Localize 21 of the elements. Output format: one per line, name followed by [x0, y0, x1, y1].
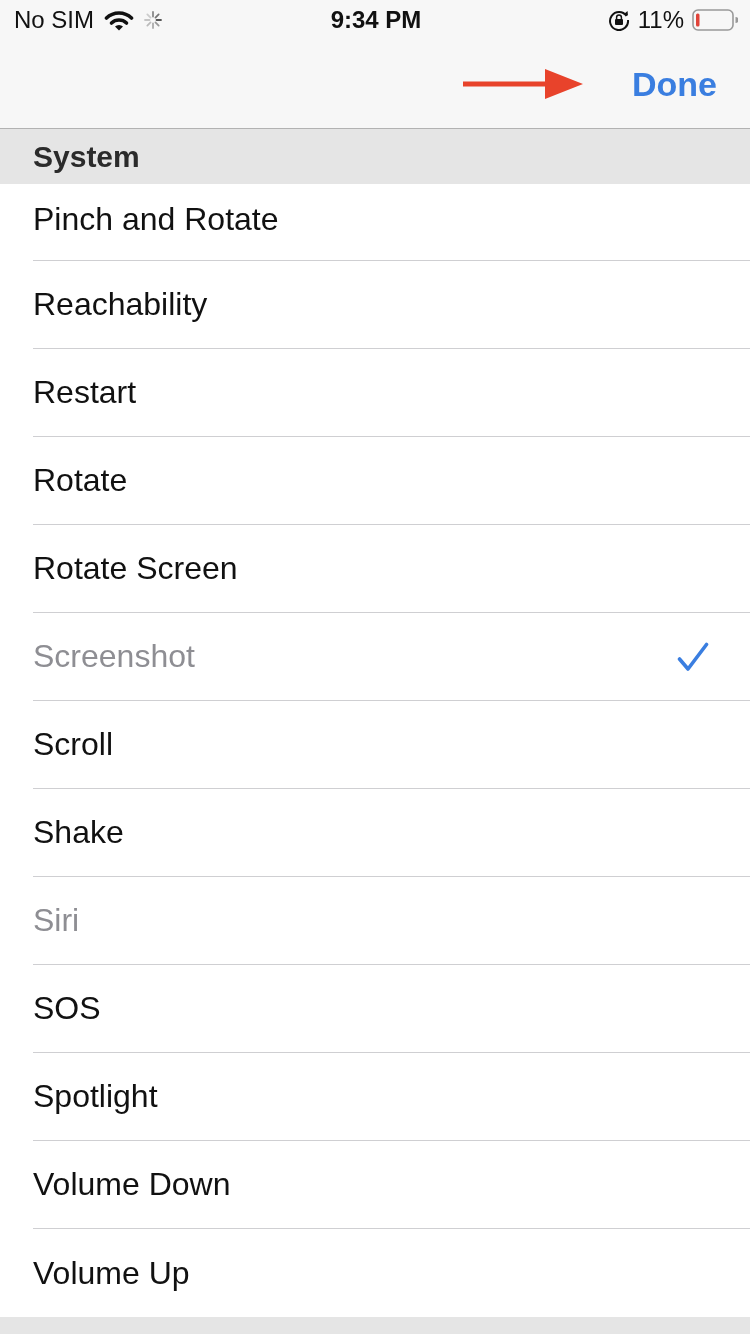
done-button[interactable]: Done — [632, 64, 717, 104]
carrier-label: No SIM — [14, 6, 94, 34]
list-item[interactable]: Pinch and Rotate — [33, 184, 750, 261]
arrow-icon — [463, 69, 583, 99]
list-item[interactable]: Restart — [33, 349, 750, 437]
list-item[interactable]: Volume Down — [33, 1141, 750, 1229]
list-item[interactable]: Rotate — [33, 437, 750, 525]
orientation-lock-icon — [607, 9, 630, 31]
list-item[interactable]: Reachability — [33, 261, 750, 349]
section-title: System — [33, 139, 140, 174]
status-time: 9:34 PM — [330, 6, 422, 34]
activity-spinner-icon — [144, 11, 162, 29]
battery-percent: 11% — [637, 6, 684, 34]
wifi-icon — [104, 9, 134, 31]
list-item[interactable]: Scroll — [33, 701, 750, 789]
battery-icon — [692, 9, 738, 31]
list-item[interactable]: Volume Up — [33, 1229, 750, 1317]
list-item[interactable]: SOS — [33, 965, 750, 1053]
list-item[interactable]: Rotate Screen — [33, 525, 750, 613]
list-item[interactable]: Shake — [33, 789, 750, 877]
list-item[interactable]: Spotlight — [33, 1053, 750, 1141]
